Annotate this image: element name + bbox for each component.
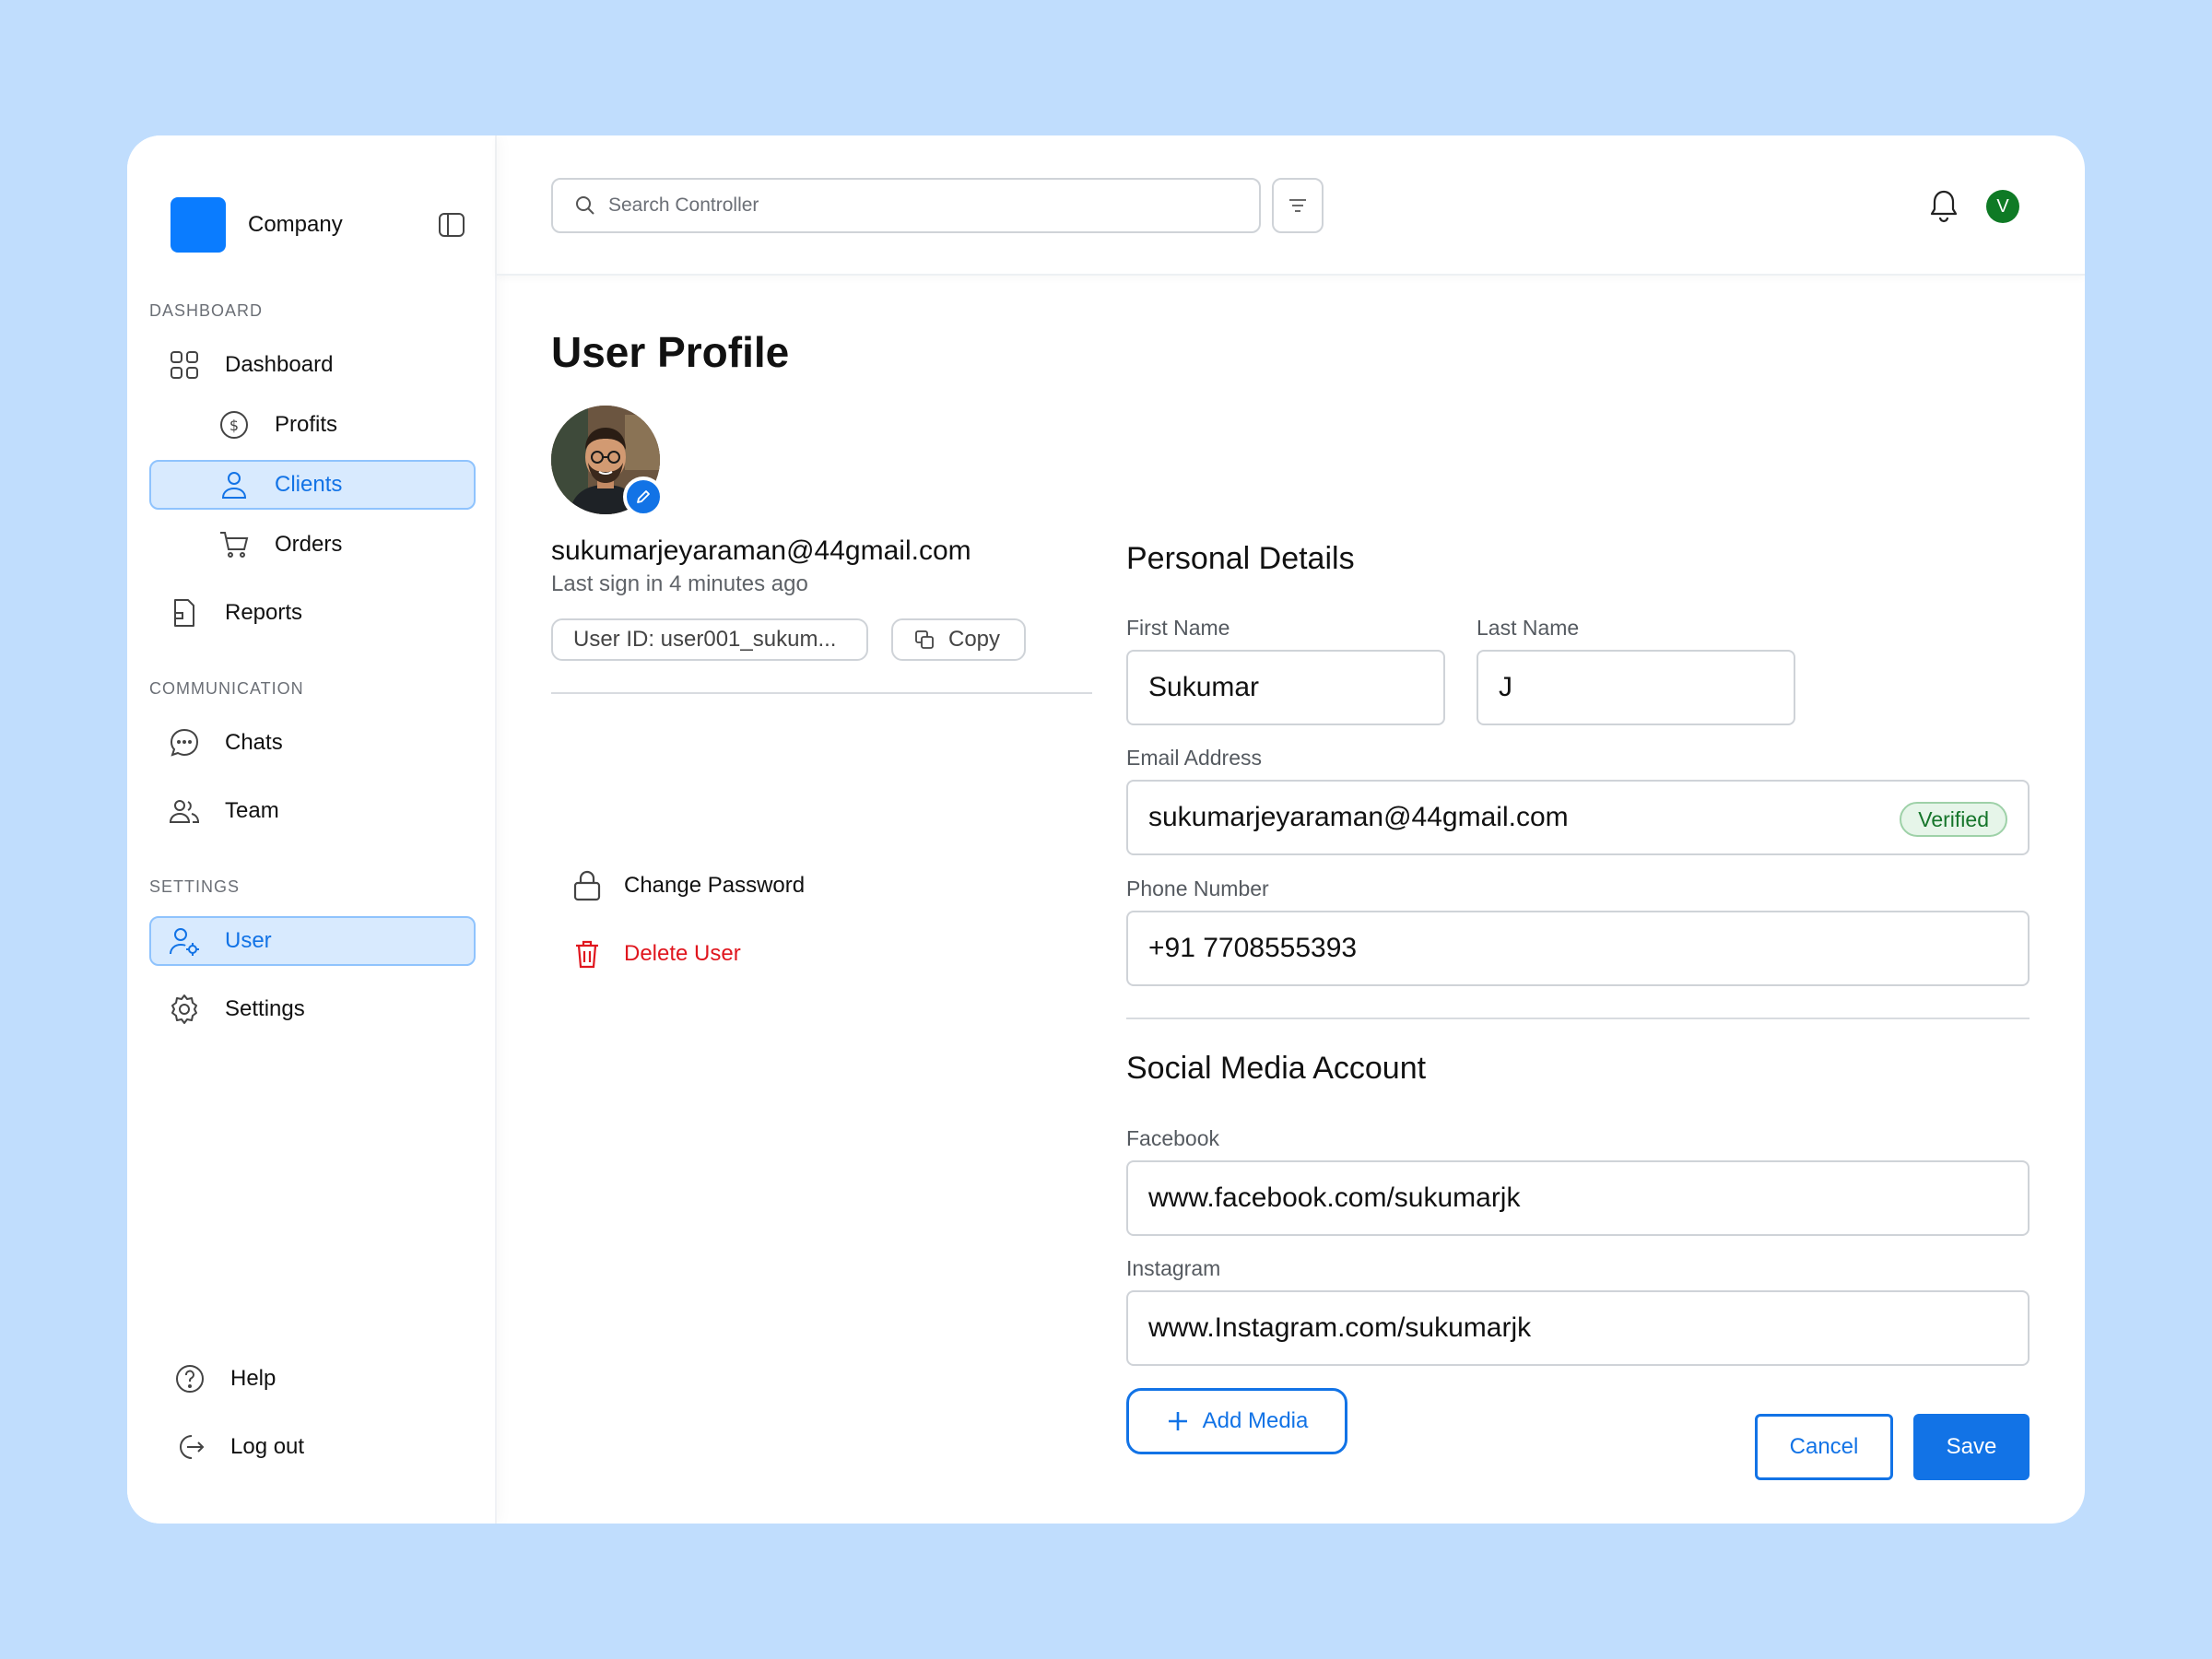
team-icon: [169, 800, 200, 823]
last-sign-in: Last sign in 4 minutes ago: [551, 571, 808, 596]
chat-icon: [170, 728, 199, 757]
copy-label: Copy: [948, 627, 1001, 652]
change-password-button[interactable]: Change Password: [571, 869, 805, 902]
save-button[interactable]: Save: [1913, 1414, 2030, 1480]
sidebar-item-team[interactable]: Team: [149, 786, 476, 836]
first-name-label: First Name: [1126, 616, 1230, 640]
company-name: Company: [248, 212, 343, 237]
svg-text:$: $: [229, 417, 239, 434]
phone-input[interactable]: [1148, 933, 1868, 964]
company-logo: [171, 197, 226, 253]
sidebar-item-clients[interactable]: Clients: [149, 460, 476, 510]
sidebar-item-label: Team: [225, 798, 279, 823]
search-box[interactable]: [551, 178, 1261, 233]
copy-button[interactable]: Copy: [891, 618, 1026, 661]
section-label-dashboard: DASHBOARD: [149, 301, 264, 320]
profile-email: sukumarjeyaraman@44gmail.com: [551, 535, 971, 566]
edit-photo-button[interactable]: [623, 477, 664, 517]
sidebar-item-label: Clients: [275, 472, 343, 497]
pencil-icon: [637, 490, 650, 503]
instagram-field[interactable]: [1126, 1290, 2030, 1366]
email-input[interactable]: [1148, 802, 1868, 833]
help-icon: [176, 1365, 204, 1393]
phone-field[interactable]: [1126, 911, 2030, 986]
copy-icon: [915, 630, 934, 649]
cart-icon: [220, 532, 249, 558]
page-title: User Profile: [551, 328, 790, 376]
trash-icon: [576, 940, 598, 969]
bell-icon[interactable]: [1927, 188, 1960, 225]
user-id-text: User ID: user001_sukum...: [573, 627, 837, 652]
sidebar-item-orders[interactable]: Orders: [149, 520, 476, 570]
instagram-input[interactable]: [1148, 1312, 1868, 1344]
sidebar-item-dashboard[interactable]: Dashboard: [149, 340, 476, 390]
sidebar-item-label: Orders: [275, 532, 343, 557]
last-name-field[interactable]: [1477, 650, 1795, 725]
sidebar-item-logout[interactable]: Log out: [149, 1422, 476, 1472]
grid-icon: [171, 351, 198, 379]
email-field[interactable]: Verified: [1126, 780, 2030, 855]
sidebar-item-profits[interactable]: $ Profits: [149, 400, 476, 450]
facebook-label: Facebook: [1126, 1126, 1220, 1150]
user-settings-icon: [170, 928, 199, 956]
add-media-label: Add Media: [1202, 1408, 1309, 1433]
sidebar-item-user[interactable]: User: [149, 916, 476, 966]
gear-icon: [171, 994, 197, 1024]
change-password-label: Change Password: [624, 873, 806, 898]
sidebar-item-label: User: [225, 928, 272, 953]
sidebar-item-chats[interactable]: Chats: [149, 718, 476, 768]
social-media-title: Social Media Account: [1126, 1051, 1427, 1086]
delete-user-label: Delete User: [624, 941, 741, 966]
first-name-input[interactable]: [1148, 672, 1401, 703]
facebook-input[interactable]: [1148, 1182, 1868, 1214]
personal-details-title: Personal Details: [1126, 541, 1355, 576]
divider: [551, 692, 1092, 694]
app-window: Company DASHBOARD Dashboard $ Profits Cl…: [127, 135, 2085, 1524]
filter-icon: [1289, 199, 1306, 212]
email-label: Email Address: [1126, 746, 1263, 770]
dollar-circle-icon: $: [220, 411, 248, 439]
sidebar-item-label: Reports: [225, 600, 303, 625]
lock-icon: [573, 870, 601, 901]
topbar: V: [497, 135, 2085, 276]
section-label-communication: COMMUNICATION: [149, 679, 304, 698]
cancel-button[interactable]: Cancel: [1755, 1414, 1893, 1480]
plus-icon: [1168, 1412, 1187, 1430]
last-name-input[interactable]: [1499, 672, 1751, 703]
first-name-field[interactable]: [1126, 650, 1445, 725]
sidebar-item-label: Settings: [225, 996, 305, 1021]
search-icon: [576, 196, 594, 215]
sidebar-item-label: Profits: [275, 412, 338, 437]
search-input[interactable]: [608, 194, 1235, 217]
sidebar-item-help[interactable]: Help: [149, 1354, 476, 1404]
filter-button[interactable]: [1272, 178, 1324, 233]
instagram-label: Instagram: [1126, 1256, 1221, 1280]
sidebar-item-reports[interactable]: Reports: [149, 588, 476, 638]
sidebar: Company DASHBOARD Dashboard $ Profits Cl…: [127, 135, 497, 1524]
sidebar-item-label: Chats: [225, 730, 283, 755]
section-label-settings: SETTINGS: [149, 877, 241, 896]
sidebar-toggle-icon[interactable]: [437, 210, 466, 240]
user-id-chip: User ID: user001_sukum...: [551, 618, 868, 661]
phone-label: Phone Number: [1126, 877, 1269, 900]
divider: [1126, 1018, 2030, 1019]
sidebar-item-label: Dashboard: [225, 352, 334, 377]
person-icon: [221, 472, 247, 499]
avatar[interactable]: V: [1986, 190, 2019, 223]
facebook-field[interactable]: [1126, 1160, 2030, 1236]
sidebar-item-label: Log out: [230, 1434, 305, 1459]
verified-badge: Verified: [1900, 802, 2007, 837]
brand[interactable]: Company: [171, 197, 343, 253]
last-name-label: Last Name: [1477, 616, 1580, 640]
report-icon: [174, 599, 194, 627]
sidebar-item-label: Help: [230, 1366, 276, 1391]
delete-user-button[interactable]: Delete User: [571, 937, 741, 971]
sidebar-item-settings[interactable]: Settings: [149, 984, 476, 1034]
logout-icon: [180, 1435, 205, 1459]
add-media-button[interactable]: Add Media: [1126, 1388, 1347, 1454]
